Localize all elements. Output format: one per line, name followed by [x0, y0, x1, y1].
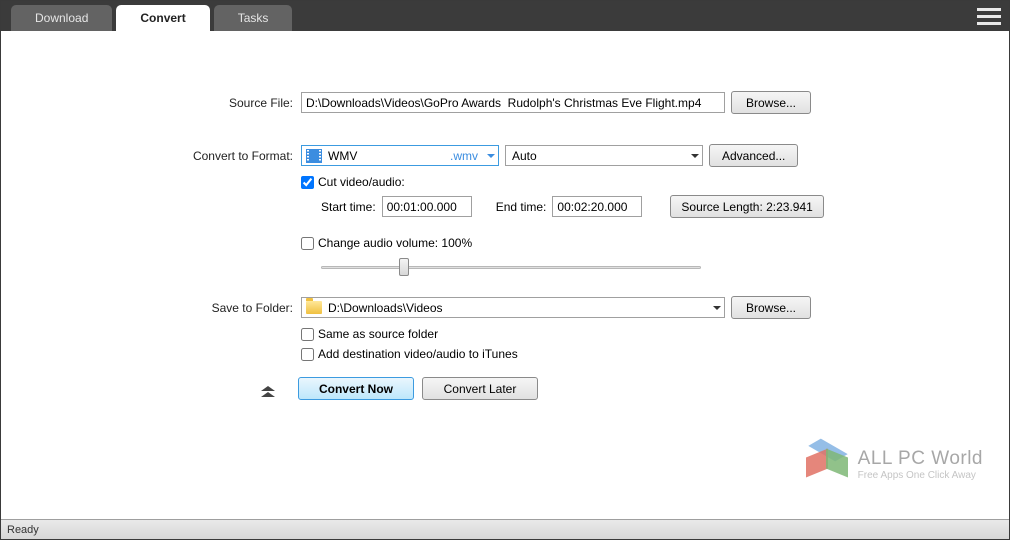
chevron-down-icon: [691, 154, 699, 158]
format-dropdown[interactable]: WMV .wmv: [301, 145, 499, 166]
tab-tasks[interactable]: Tasks: [214, 5, 293, 31]
tab-convert[interactable]: Convert: [116, 5, 209, 31]
cut-video-checkbox[interactable]: [301, 176, 314, 189]
save-folder-dropdown[interactable]: D:\Downloads\Videos: [301, 297, 725, 318]
status-bar: Ready: [1, 519, 1009, 539]
chevron-down-icon: [713, 306, 721, 310]
change-volume-label: Change audio volume: 100%: [318, 236, 472, 250]
add-itunes-checkbox[interactable]: [301, 348, 314, 361]
end-time-label: End time:: [496, 200, 547, 214]
tab-bar: Download Convert Tasks: [1, 1, 1009, 31]
start-time-input[interactable]: [382, 196, 472, 217]
add-itunes-label: Add destination video/audio to iTunes: [318, 347, 518, 361]
format-ext: .wmv: [450, 149, 478, 163]
save-folder-path: D:\Downloads\Videos: [328, 301, 443, 315]
change-volume-checkbox[interactable]: [301, 237, 314, 250]
film-icon: [306, 149, 322, 163]
save-folder-label: Save to Folder:: [1, 301, 301, 315]
volume-slider[interactable]: [321, 256, 701, 278]
advanced-button[interactable]: Advanced...: [709, 144, 798, 167]
browse-source-button[interactable]: Browse...: [731, 91, 811, 114]
convert-format-label: Convert to Format:: [1, 149, 301, 163]
menu-icon[interactable]: [977, 5, 1001, 27]
watermark-title: ALL PC World: [858, 448, 983, 470]
same-as-source-checkbox[interactable]: [301, 328, 314, 341]
watermark-subtitle: Free Apps One Click Away: [858, 470, 983, 481]
convert-now-button[interactable]: Convert Now: [298, 377, 414, 400]
folder-icon: [306, 301, 322, 314]
source-length-button[interactable]: Source Length: 2:23.941: [670, 195, 823, 218]
cut-video-label: Cut video/audio:: [318, 175, 405, 189]
tab-download[interactable]: Download: [11, 5, 112, 31]
quality-dropdown[interactable]: Auto: [505, 145, 703, 166]
end-time-input[interactable]: [552, 196, 642, 217]
convert-panel: Source File: Browse... Convert to Format…: [1, 31, 1009, 519]
same-as-source-label: Same as source folder: [318, 327, 438, 341]
cube-icon: [806, 445, 848, 483]
watermark: ALL PC World Free Apps One Click Away: [806, 445, 983, 483]
source-file-label: Source File:: [1, 96, 301, 110]
quality-value: Auto: [512, 149, 537, 163]
source-file-input[interactable]: [301, 92, 725, 113]
start-time-label: Start time:: [321, 200, 376, 214]
format-name: WMV: [328, 149, 357, 163]
browse-folder-button[interactable]: Browse...: [731, 296, 811, 319]
collapse-chevron-icon[interactable]: [256, 379, 280, 399]
status-text: Ready: [7, 524, 39, 536]
chevron-down-icon: [487, 154, 495, 158]
slider-thumb[interactable]: [399, 258, 409, 276]
convert-later-button[interactable]: Convert Later: [422, 377, 538, 400]
